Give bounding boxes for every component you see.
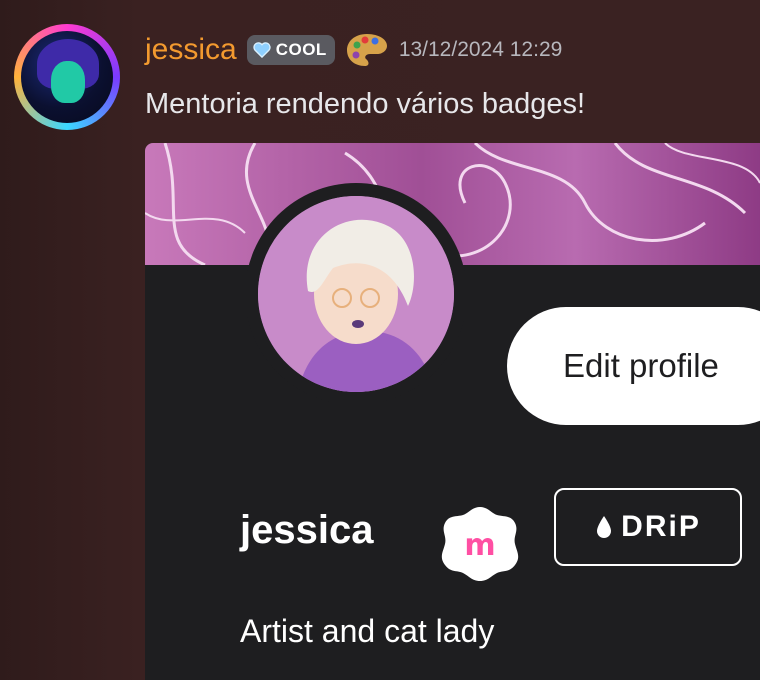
author-avatar[interactable]	[14, 24, 120, 130]
profile-bio: Artist and cat lady	[240, 613, 495, 649]
author-avatar-image	[21, 31, 113, 123]
profile-avatar[interactable]	[245, 183, 467, 405]
message-text: Mentoria rendendo vários badges!	[145, 88, 586, 120]
cool-tag-label: COOL	[275, 40, 327, 59]
drip-badge-label: DRiP	[621, 510, 701, 543]
palette-icon	[346, 34, 387, 66]
message-timestamp: 13/12/2024 12:29	[398, 38, 563, 61]
edit-profile-button[interactable]: Edit profile	[507, 307, 760, 425]
profile-display-name: jessica	[240, 508, 374, 552]
edit-profile-label: Edit profile	[563, 347, 719, 384]
svg-text:m: m	[464, 528, 495, 563]
author-username[interactable]: jessica	[145, 35, 237, 65]
cool-tag-badge[interactable]: COOL	[246, 35, 335, 65]
profile-card-image[interactable]: Edit profile jessica m DRiP Artist and c…	[145, 143, 760, 680]
drop-icon	[597, 516, 612, 538]
heart-icon	[253, 42, 271, 58]
m-badge-icon[interactable]: m	[439, 503, 521, 585]
message-header: jessica COOL 13/12/2024 12:29	[145, 28, 562, 72]
profile-avatar-image	[258, 196, 454, 392]
drip-badge[interactable]: DRiP	[554, 488, 742, 566]
